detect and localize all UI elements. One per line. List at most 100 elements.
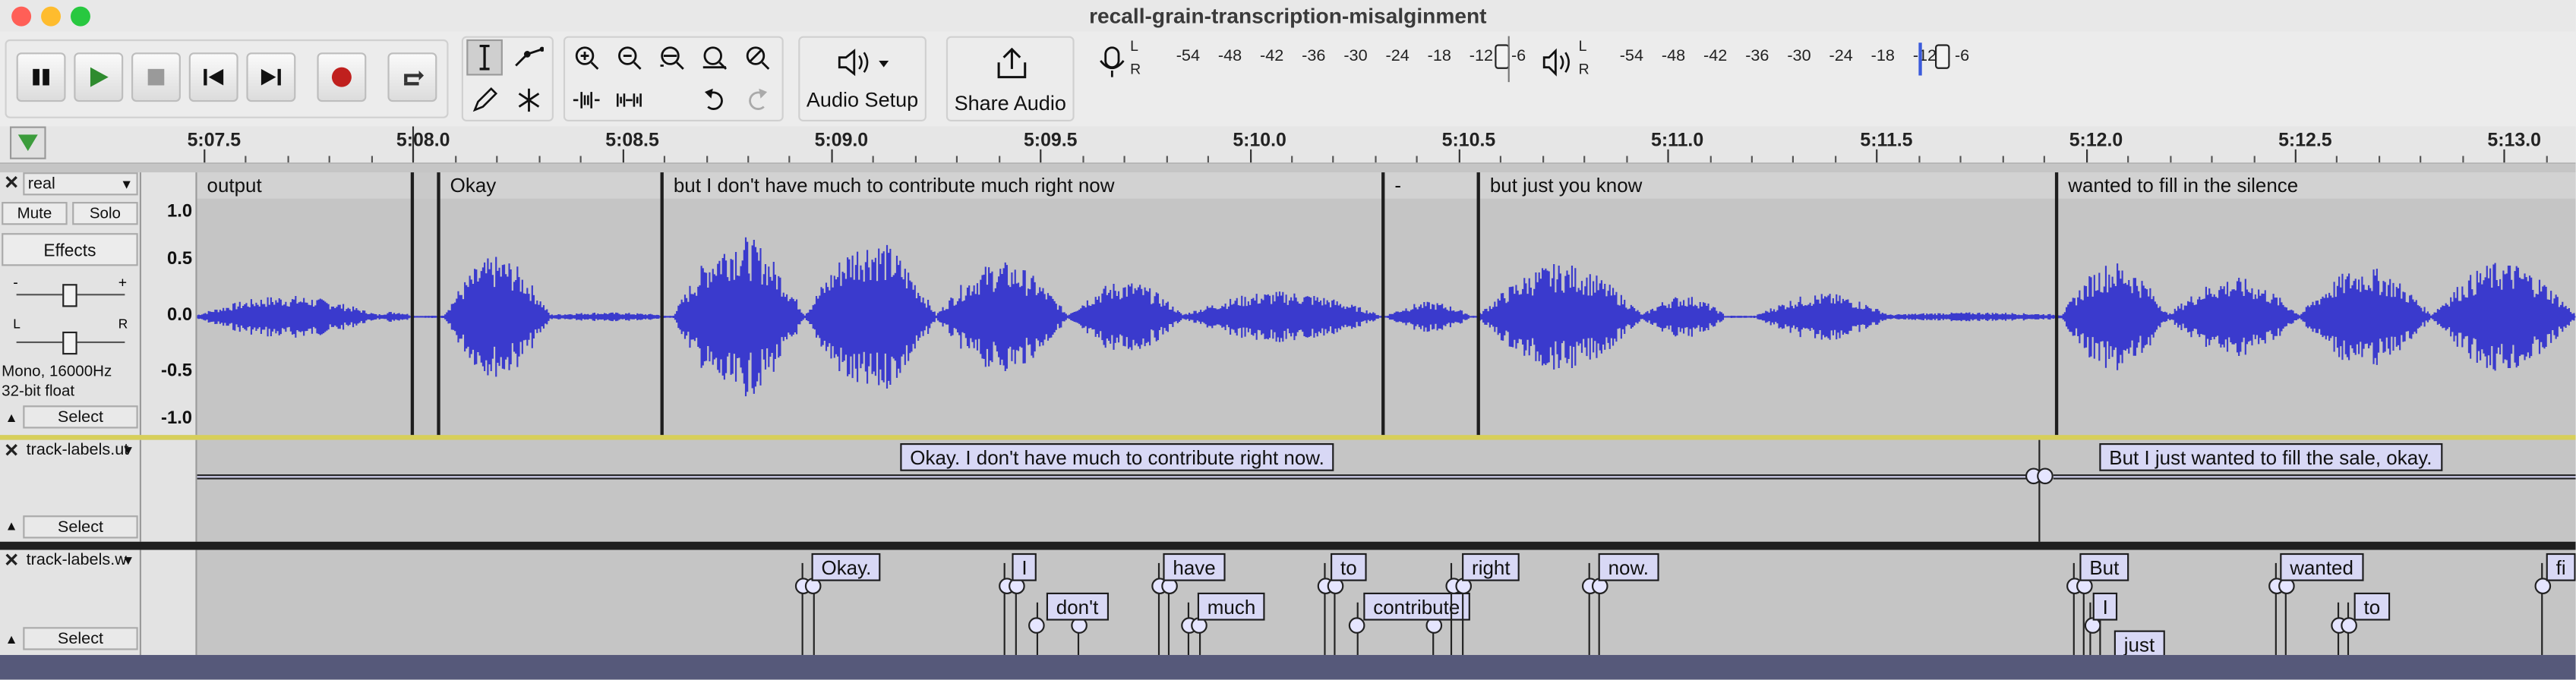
track-name-dropdown[interactable]: track-labels.ut ▼ [23,440,137,463]
word-label[interactable]: to [2353,592,2391,621]
ruler-tick [1458,149,1460,163]
audio-clips-area[interactable]: output Okay but I don't have much to con… [197,172,2576,436]
trim-icon [573,92,600,109]
select-track-button[interactable]: Select [23,405,138,429]
utterance-label[interactable]: But I just wanted to fill the sale, okay… [2099,443,2442,471]
ruler-tick [2420,156,2423,163]
clip-name-silence[interactable]: wanted to fill in the silence [2058,172,2576,199]
silence-audio-button[interactable] [611,82,648,118]
undo-button[interactable] [696,82,733,118]
waveform[interactable] [197,199,2576,435]
label-track-spacer [141,439,197,542]
clip-boundary[interactable] [410,172,415,436]
skip-to-end-button[interactable] [246,52,296,102]
trim-audio-button[interactable] [568,82,605,118]
word-label[interactable]: I [1012,552,1037,581]
loop-icon [404,71,425,86]
label-span-bar[interactable] [197,474,2029,480]
label-handle[interactable] [1028,617,1045,634]
pan-slider[interactable] [62,331,77,355]
effects-button[interactable]: Effects [2,233,138,266]
clip-name-contribute[interactable]: but I don't have much to contribute much… [663,172,1384,199]
fit-selection-button[interactable] [654,39,690,76]
selection-tool[interactable] [466,39,503,76]
select-track-button[interactable]: Select [23,515,138,539]
mute-button[interactable]: Mute [2,202,68,225]
label-boundary-line[interactable] [2038,439,2041,542]
word-label[interactable]: don't [1046,592,1109,621]
envelope-icon [515,46,544,67]
ruler-tick [1333,156,1335,163]
loop-button[interactable] [387,52,437,102]
collapse-track-icon[interactable]: ▲ [3,519,20,536]
skip-to-start-button[interactable] [188,52,238,102]
ruler-tick [998,156,1000,163]
stop-button[interactable] [131,52,181,102]
solo-button[interactable]: Solo [72,202,138,225]
draw-tool[interactable] [466,82,503,118]
redo-button[interactable] [739,82,775,118]
play-button[interactable] [74,52,124,102]
playback-meter-tick-label: -48 [1661,47,1686,66]
timeline-ruler[interactable]: 5:07.5 5:08.0 5:08.5 5:09.0 5:09.5 5:10.0 5:10… [0,126,2576,165]
label-handle[interactable] [1348,617,1365,634]
clip-name-output[interactable]: output [197,172,412,199]
close-track-icon[interactable]: ✕ [2,552,21,571]
envelope-tool[interactable] [511,39,548,76]
stop-icon [147,68,165,86]
ruler-cursor-line [412,126,415,161]
utterance-label[interactable]: Okay. I don't have much to contribute ri… [900,443,1334,471]
timeline-options-button[interactable] [9,126,46,159]
clip-boundary[interactable] [2054,172,2059,436]
word-label[interactable]: fi [2546,552,2576,581]
clip-boundary[interactable] [1381,172,1385,436]
track-name-dropdown[interactable]: track-labels.w ▼ [23,550,137,573]
audio-setup-button[interactable]: Audio Setup [798,36,927,122]
clip-name-you-know[interactable]: but just you know [1479,172,2057,199]
word-label[interactable]: have [1163,552,1226,581]
word-label[interactable]: contribute [1363,592,1470,621]
ruler-tick [1709,156,1711,163]
vertical-scale[interactable]: 1.0 0.5 0.0 -0.5 -1.0 [141,172,197,436]
collapse-track-icon[interactable]: ▲ [3,632,20,649]
label-span-bar[interactable] [2053,474,2576,480]
word-label[interactable]: now. [1598,552,1659,581]
track-name-dropdown[interactable]: real ▼ [23,172,138,196]
clip-boundary[interactable] [437,172,440,436]
utterance-labels-area[interactable]: Okay. I don't have much to contribute ri… [197,439,2576,542]
fit-project-button[interactable] [696,39,733,76]
zoom-out-button[interactable] [611,39,648,76]
multi-tool[interactable] [511,82,548,118]
clip-boundary[interactable] [660,172,664,436]
empty-track-area[interactable] [0,655,2576,680]
clip-boundary[interactable] [1476,172,1480,436]
collapse-track-icon[interactable]: ▲ [3,411,20,427]
word-label[interactable]: much [1197,592,1266,621]
word-label[interactable]: right [1462,552,1520,581]
playback-meter-slider[interactable] [1935,44,1950,69]
word-label[interactable]: Okay. [811,552,882,581]
share-audio-button[interactable]: Share Audio [945,36,1075,122]
word-label[interactable]: just [2114,630,2165,656]
ruler-tick [1667,149,1669,163]
word-label[interactable]: But [2079,552,2129,581]
ruler-tick [2336,156,2338,163]
clip-name-dash[interactable]: - [1384,172,1479,199]
word-label[interactable]: wanted [2280,552,2363,581]
playback-meter[interactable]: L R -54 -48 -42 -36 -30 -24 -18 -12 -6 [1538,33,1969,89]
zoom-in-button[interactable] [568,39,605,76]
select-track-button[interactable]: Select [23,627,138,650]
word-label[interactable]: to [1331,552,1367,581]
record-meter[interactable]: L R -54 -48 -42 -36 -30 -24 -18 -12 -6 [1091,33,1526,89]
record-button[interactable] [317,52,367,102]
zoom-out-icon [618,46,642,70]
close-track-icon[interactable]: ✕ [2,174,21,194]
word-labels-area[interactable]: Okay. I don't have much to contribute ri… [197,549,2576,656]
pause-button[interactable] [16,52,66,102]
gain-slider[interactable] [62,284,77,307]
label-right-handle[interactable] [2037,468,2054,485]
close-track-icon[interactable]: ✕ [2,442,21,461]
zoom-toggle-button[interactable] [739,39,775,76]
clip-name-okay[interactable]: Okay [440,172,662,199]
word-label[interactable]: I [2092,592,2118,621]
